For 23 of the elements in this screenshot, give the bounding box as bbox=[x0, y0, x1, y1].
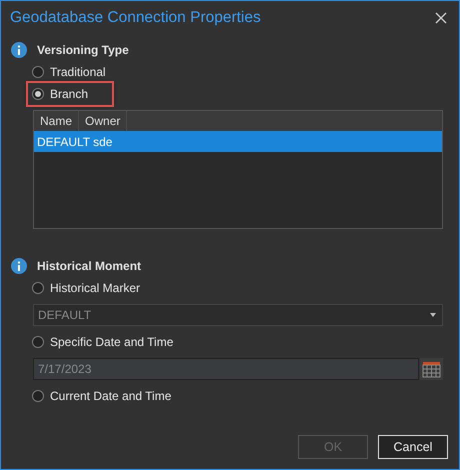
radio-button[interactable] bbox=[32, 66, 44, 78]
info-icon bbox=[11, 258, 27, 274]
radio-button[interactable] bbox=[32, 390, 44, 402]
dialog-button[interactable]: Cancel bbox=[378, 435, 448, 459]
option-label[interactable]: Traditional bbox=[50, 65, 106, 79]
option-label[interactable]: Branch bbox=[50, 87, 88, 101]
marker-dropdown[interactable]: DEFAULT bbox=[33, 304, 443, 326]
radio-button[interactable] bbox=[32, 336, 44, 348]
close-icon[interactable] bbox=[435, 12, 447, 24]
info-icon bbox=[11, 42, 27, 58]
section-heading: Historical Moment bbox=[37, 259, 142, 273]
calendar-icon[interactable] bbox=[420, 358, 443, 380]
option-label[interactable]: Current Date and Time bbox=[50, 389, 172, 403]
section-heading: Versioning Type bbox=[37, 43, 129, 57]
radio-button[interactable] bbox=[32, 88, 44, 100]
table-cell-text: sde bbox=[92, 134, 112, 148]
option-label[interactable]: Specific Date and Time bbox=[50, 335, 174, 349]
table-cell-text: DEFAULT bbox=[36, 134, 90, 148]
table-row[interactable]: DEFAULT sde bbox=[34, 131, 442, 152]
radio-button[interactable] bbox=[32, 282, 44, 294]
caret-icon[interactable] bbox=[430, 313, 436, 317]
window-title: Geodatabase Connection Properties bbox=[10, 9, 261, 27]
option-label[interactable]: Historical Marker bbox=[50, 281, 140, 295]
